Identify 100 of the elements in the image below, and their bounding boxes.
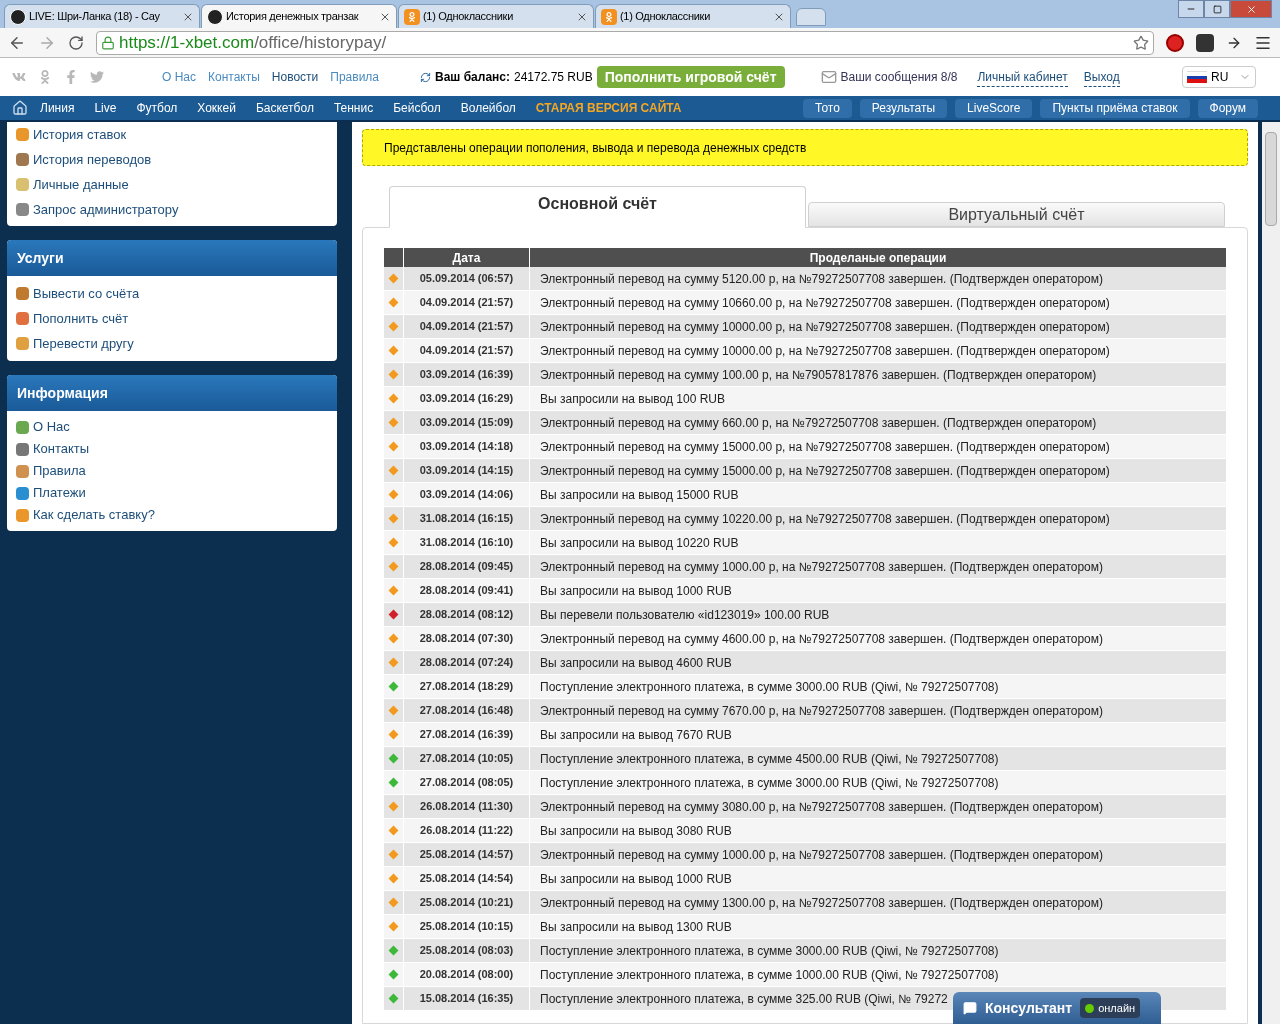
operation-cell-text: Вы запросили на вывод 1300 RUB — [540, 918, 732, 936]
status-badge: онлайн — [1080, 998, 1141, 1018]
sidebar-link[interactable]: Пополнить счёт — [33, 308, 129, 329]
operation-cell-text: Вы запросили на вывод 4600 RUB — [540, 654, 732, 672]
sidebar-link[interactable]: Контакты — [33, 439, 90, 459]
browser-tab[interactable]: (1) Одноклассники — [398, 4, 594, 28]
nav-link[interactable]: Футбол — [136, 99, 178, 117]
maximize-button[interactable] — [1204, 0, 1230, 18]
operation-cell-text: Электронный перевод на сумму 15000.00 р, на №79272507708 завершен. (Подтвержден оператором) — [540, 462, 1110, 480]
nav-link[interactable]: Теннис — [333, 99, 374, 117]
consultant-widget[interactable]: Консультант онлайн — [953, 992, 1161, 1024]
date-cell-text: 28.08.2014 (08:12) — [419, 607, 514, 623]
date-cell-text: 28.08.2014 (09:45) — [419, 559, 514, 575]
header-link[interactable]: О Нас — [162, 68, 196, 86]
browser-tab[interactable]: (1) Одноклассники — [595, 4, 791, 28]
date-cell-text: 27.08.2014 (10:05) — [419, 751, 514, 767]
extension-icon[interactable] — [1196, 33, 1214, 52]
sidebar-link[interactable]: Платежи — [33, 483, 86, 503]
sidebar-link[interactable]: Вывести со счёта — [33, 283, 140, 304]
date-cell-text: 27.08.2014 (16:48) — [419, 703, 514, 719]
header-link[interactable]: Правила — [330, 68, 380, 86]
sidebar-link[interactable]: О Нас — [33, 417, 70, 437]
date-cell-text: 04.09.2014 (21:57) — [419, 295, 514, 311]
balance-label: Ваш баланс: — [435, 69, 510, 86]
operation-cell-text: Вы запросили на вывод 3080 RUB — [540, 822, 732, 840]
item-icon — [16, 508, 29, 522]
reload-icon[interactable] — [68, 34, 84, 51]
sidebar-link[interactable]: Запрос администратору — [33, 199, 179, 220]
nav-button[interactable]: LiveScore — [955, 98, 1033, 118]
browser-tab[interactable]: История денежных транзак — [201, 4, 397, 28]
sidebar-link[interactable]: История переводов — [33, 149, 152, 170]
site-icon — [207, 8, 223, 25]
browser-tab[interactable]: LIVE: Шри-Ланка (18) - Сау — [4, 4, 200, 28]
operation-cell-text: Вы перевели пользователю «id123019» 100.00 RUB — [540, 606, 830, 624]
ok-icon — [404, 8, 420, 25]
nav-link[interactable]: Линия — [40, 99, 75, 117]
header-link[interactable]: Контакты — [208, 68, 260, 86]
sidebar-link[interactable]: Перевести другу — [33, 333, 134, 354]
operation-cell-text: Электронный перевод на сумму 1000.00 р, на №79272507708 завершен. (Подтвержден оператором) — [540, 846, 1104, 864]
account-tab[interactable]: Виртуальный счёт — [808, 202, 1225, 227]
nav-link[interactable]: Live — [94, 99, 117, 117]
refresh-icon[interactable] — [420, 71, 431, 83]
date-cell-text: 05.09.2014 (06:57) — [419, 271, 514, 287]
date-cell-text: 25.08.2014 (10:21) — [419, 895, 514, 911]
nav-button[interactable]: Форум — [1197, 98, 1258, 118]
home-icon[interactable] — [12, 100, 28, 116]
nav-link[interactable]: Баскетбол — [255, 99, 314, 117]
minimize-button[interactable] — [1178, 0, 1204, 18]
nav-button[interactable]: Пункты приёма ставок — [1040, 98, 1190, 118]
messages-link[interactable]: Ваши сообщения 8/8 — [840, 68, 958, 86]
nav-link[interactable]: Волейбол — [460, 99, 516, 117]
url-text: https://1-xbet.com/office/historypay/ — [119, 31, 387, 54]
operation-cell-text: Поступление электронного платежа, в сумме 3000.00 RUB (Qiwi, № 79272507708) — [540, 774, 999, 792]
account-link[interactable]: Выход — [1083, 67, 1120, 87]
bookmark-icon[interactable] — [1133, 34, 1149, 51]
operation-cell-text: Электронный перевод на сумму 660.00 р, на №79272507708 завершен. (Подтвержден оператором) — [540, 414, 1097, 432]
account-link[interactable]: Личный кабинет — [977, 67, 1068, 87]
item-icon — [16, 464, 29, 478]
date-cell-text: 27.08.2014 (16:39) — [419, 727, 514, 743]
date-cell-text: 03.09.2014 (14:18) — [419, 439, 514, 455]
operation-cell-text: Электронный перевод на сумму 15000.00 р, на №79272507708 завершен. (Подтвержден оператором) — [540, 438, 1110, 456]
account-tab[interactable]: Основной счёт — [389, 186, 806, 228]
nav-button[interactable]: Тото — [803, 98, 852, 118]
sidebar-link[interactable]: Личные данные — [33, 174, 129, 195]
sidebar-link[interactable]: Правила — [33, 461, 86, 481]
scrollbar-thumb[interactable] — [1265, 132, 1277, 226]
date-cell-text: 03.09.2014 (14:15) — [419, 463, 514, 479]
date-cell-text: 20.08.2014 (08:00) — [419, 967, 514, 983]
language-select[interactable]: RU — [1182, 66, 1256, 88]
operation-cell-text: Электронный перевод на сумму 1300.00 р, на №79272507708 завершен. (Подтвержден оператором) — [540, 894, 1104, 912]
nav-button[interactable]: Результаты — [859, 98, 948, 118]
date-cell-text: 03.09.2014 (14:06) — [419, 487, 514, 503]
flag-icon — [1187, 71, 1207, 83]
date-cell-text: 27.08.2014 (08:05) — [419, 775, 514, 791]
column-header: Проделаные операции — [808, 249, 948, 267]
nav-link[interactable]: Хоккей — [197, 99, 236, 117]
nav-link[interactable]: Бейсбол — [393, 99, 441, 117]
date-cell-text: 25.08.2014 (14:54) — [419, 871, 514, 887]
header-link[interactable]: Новости — [271, 68, 319, 86]
tab-title: LIVE: Шри-Ланка (18) - Сау — [29, 9, 161, 25]
sidebar-link[interactable]: История ставок — [33, 124, 127, 145]
scrollbar[interactable] — [1262, 122, 1280, 1024]
date-cell-text: 25.08.2014 (10:15) — [419, 919, 514, 935]
site-icon — [10, 8, 26, 25]
date-cell-text: 31.08.2014 (16:15) — [419, 511, 514, 527]
tab-title: История денежных транзак — [226, 9, 360, 25]
address-field[interactable]: https://1-xbet.com/office/historypay/ — [96, 30, 1154, 55]
stop-icon[interactable] — [1166, 33, 1184, 52]
date-cell-text: 31.08.2014 (16:10) — [419, 535, 514, 551]
operation-cell-text: Электронный перевод на сумму 7670.00 р, на №79272507708 завершен. (Подтвержден оператором) — [540, 702, 1104, 720]
mail-icon[interactable] — [820, 69, 837, 85]
old-version-link[interactable]: СТАРАЯ ВЕРСИЯ САЙТА — [535, 99, 682, 117]
operation-cell-text: Вы запросили на вывод 7670 RUB — [540, 726, 732, 744]
operation-cell-text: Поступление электронного платежа, в сумме 3000.00 RUB (Qiwi, № 79272507708) — [540, 942, 999, 960]
sidebar-link[interactable]: Как сделать ставку? — [33, 505, 155, 525]
operation-cell-text: Поступление электронного платежа, в сумме 3000.00 RUB (Qiwi, № 79272507708) — [540, 678, 999, 696]
operation-cell-text: Поступление электронного платежа, в сумме 1000.00 RUB (Qiwi, № 79272507708) — [540, 966, 999, 984]
operation-cell-text: Поступление электронного платежа, в сумме 325.00 RUB (Qiwi, № 79272 — [540, 990, 948, 1008]
operation-cell-text: Вы запросили на вывод 100 RUB — [540, 390, 726, 408]
operation-cell-text: Поступление электронного платежа, в сумме 4500.00 RUB (Qiwi, № 79272507708) — [540, 750, 999, 768]
